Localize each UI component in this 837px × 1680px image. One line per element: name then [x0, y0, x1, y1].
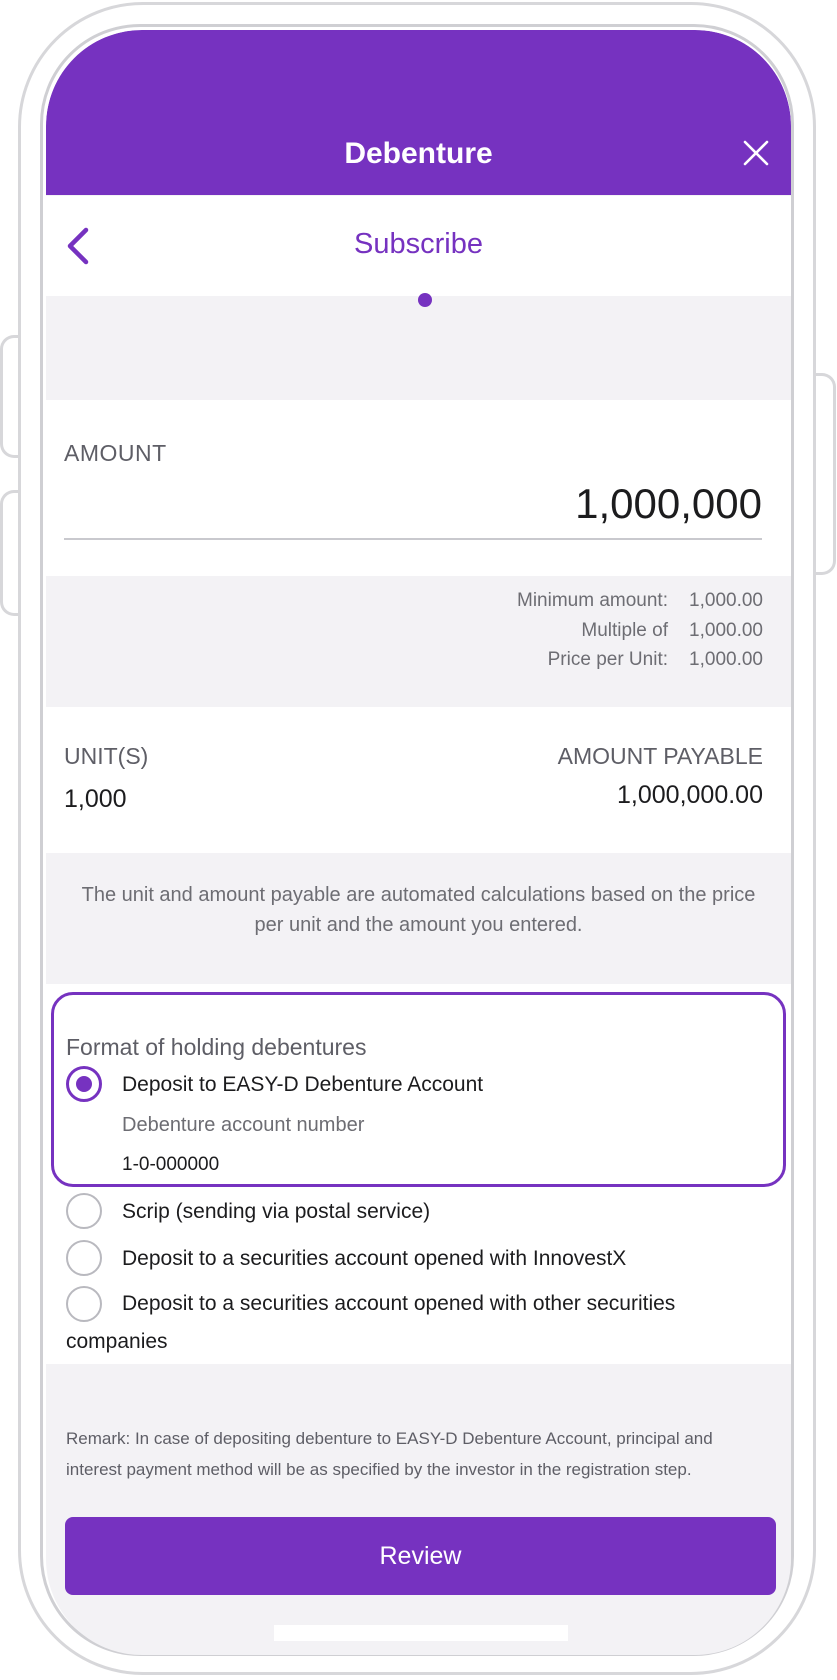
amount-payable-value: 1,000,000.00: [617, 781, 763, 809]
account-number-label: Debenture account number: [122, 1114, 365, 1136]
limit-key: Minimum amount:: [517, 590, 668, 611]
holding-format-title: Format of holding debentures: [66, 1034, 367, 1060]
app-header: Debenture: [46, 30, 791, 195]
remark-text: Remark: In case of depositing debenture …: [66, 1429, 713, 1479]
close-button[interactable]: [741, 138, 771, 168]
option-other-companies-label[interactable]: Deposit to a securities account opened w…: [66, 1285, 766, 1361]
limit-row: Multiple of 1,000.00: [517, 620, 763, 650]
subheader-title: Subscribe: [354, 228, 483, 260]
close-icon: [743, 140, 769, 166]
units-card: UNIT(S) 1,000 AMOUNT PAYABLE 1,000,000.0…: [46, 707, 791, 853]
home-indicator: [274, 1625, 568, 1641]
calculation-note: The unit and amount payable are automate…: [81, 884, 756, 936]
units-value: 1,000: [64, 785, 127, 813]
option-scrip-label[interactable]: Scrip (sending via postal service): [122, 1200, 430, 1224]
page-title: Debenture: [344, 137, 493, 170]
limit-value: 1,000.00: [689, 619, 763, 641]
step-indicator-dot: [418, 293, 432, 307]
phone-power-button: [814, 373, 836, 575]
app-screen: Debenture Subscribe AMOUNT Minimum amoun…: [46, 30, 791, 1655]
amount-limits: Minimum amount: 1,000.00 Multiple of 1,0…: [517, 590, 763, 679]
option-innovestx-label[interactable]: Deposit to a securities account opened w…: [122, 1247, 626, 1271]
review-button[interactable]: Review: [65, 1517, 776, 1595]
radio-easy-d[interactable]: [66, 1066, 102, 1102]
radio-innovestx[interactable]: [66, 1240, 102, 1276]
amount-card: AMOUNT: [46, 400, 791, 576]
amount-input[interactable]: [64, 470, 762, 540]
option-easy-d-label[interactable]: Deposit to EASY-D Debenture Account: [122, 1073, 483, 1097]
limit-row: Price per Unit: 1,000.00: [517, 649, 763, 679]
limit-key: Multiple of: [581, 619, 668, 641]
amount-payable-label: AMOUNT PAYABLE: [557, 743, 763, 769]
account-number-value: 1-0-000000: [122, 1154, 220, 1175]
limit-value: 1,000.00: [689, 649, 763, 670]
limit-value: 1,000.00: [689, 590, 763, 611]
amount-label: AMOUNT: [64, 440, 167, 466]
subheader: Subscribe: [46, 196, 791, 296]
units-label: UNIT(S): [64, 743, 149, 769]
radio-scrip[interactable]: [66, 1193, 102, 1229]
limit-row: Minimum amount: 1,000.00: [517, 590, 763, 620]
limit-key: Price per Unit:: [547, 649, 668, 670]
